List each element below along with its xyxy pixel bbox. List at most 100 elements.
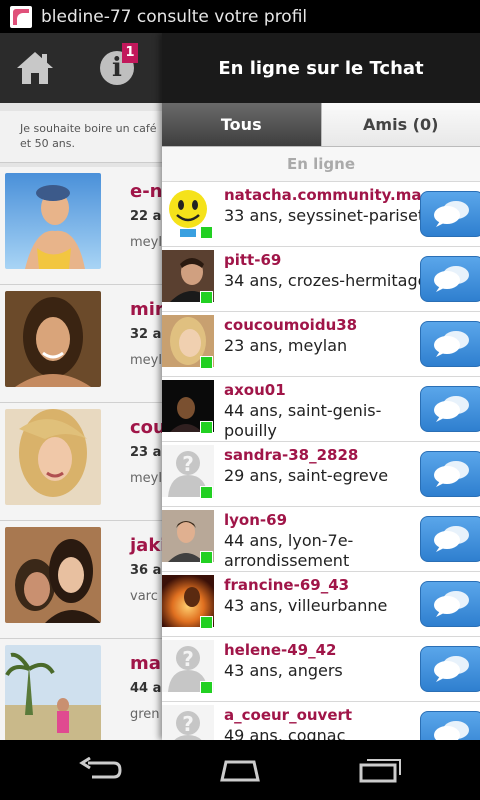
top-action-bar: i 1 [0, 33, 162, 103]
user-info: 34 ans, crozes-hermitage [224, 271, 424, 290]
svg-text:?: ? [182, 712, 194, 736]
chat-button[interactable] [420, 191, 480, 237]
user-row[interactable]: coucoumoidu38 23 ans, meylan [162, 311, 480, 376]
profile-photo [5, 527, 101, 623]
profile-card[interactable]: cou 23 a meyl [0, 403, 162, 521]
notification-text: bledine-77 consulte votre profil [41, 6, 308, 27]
speech-bubbles-icon [434, 526, 469, 552]
speech-bubbles-icon [434, 721, 469, 740]
chat-button[interactable] [420, 386, 480, 432]
svg-text:?: ? [182, 452, 194, 476]
profile-photo [5, 645, 101, 740]
chat-button[interactable] [420, 451, 480, 497]
system-navigation-bar [0, 740, 480, 800]
user-name: a_coeur_ouvert [224, 706, 353, 724]
profile-city: meyl [130, 353, 162, 368]
user-info: 43 ans, villeurbanne [224, 596, 388, 615]
speech-bubbles-icon [434, 396, 469, 422]
back-icon [79, 757, 122, 779]
chat-button[interactable] [420, 516, 480, 562]
info-button[interactable]: i 1 [98, 43, 148, 93]
speech-bubbles-icon [434, 331, 469, 357]
profile-name: cou [130, 417, 162, 438]
online-status-indicator [200, 291, 213, 304]
profile-age: 36 a [130, 563, 162, 578]
user-name: axou01 [224, 381, 286, 399]
speech-bubbles-icon [434, 461, 469, 487]
svg-text:?: ? [182, 647, 194, 671]
screen: bledine-77 consulte votre profil i 1 Je … [0, 0, 480, 800]
chat-button[interactable] [420, 581, 480, 627]
user-name: natacha.community.ma... [224, 186, 422, 204]
chat-panel-title: En ligne sur le Tchat [218, 57, 424, 79]
user-info: 44 ans, lyon-7e-arrondissement [224, 531, 354, 570]
user-row[interactable]: lyon-69 44 ans, lyon-7e-arrondissement [162, 506, 480, 571]
profile-card[interactable]: mir 32 a meyl [0, 285, 162, 403]
profile-age: 22 a [130, 209, 162, 224]
user-row[interactable]: ? helene-49_42 43 ans, angers [162, 636, 480, 701]
user-row[interactable]: ? sandra-38_2828 29 ans, saint-egreve [162, 441, 480, 506]
user-name: pitt-69 [224, 251, 282, 269]
profile-city: varc [130, 589, 158, 604]
profile-photo [5, 173, 101, 269]
profile-photo [5, 409, 101, 505]
online-status-indicator [200, 681, 213, 694]
chat-panel-header: En ligne sur le Tchat [162, 33, 480, 103]
profile-age: 44 a [130, 681, 162, 696]
app-notification-icon [10, 5, 32, 28]
profiles-page: i 1 Je souhaite boire un café et 50 ans.… [0, 33, 162, 740]
profile-photo [5, 291, 101, 387]
profile-card[interactable]: jaki 36 a varc [0, 521, 162, 639]
profile-name: jaki [130, 535, 162, 556]
user-info: 29 ans, saint-egreve [224, 466, 389, 485]
home-nav-icon [220, 760, 260, 782]
user-row[interactable]: axou01 44 ans, saint-genis-pouilly [162, 376, 480, 441]
home-icon [17, 52, 53, 84]
recent-apps-icon [359, 759, 401, 783]
user-row[interactable]: natacha.community.ma... 33 ans, seyssine… [162, 181, 480, 246]
profile-card[interactable]: e-n 22 a meyl [0, 167, 162, 285]
profile-name: mar [130, 653, 162, 674]
chat-tabs: Tous Amis (0) [162, 103, 480, 147]
user-name: sandra-38_2828 [224, 446, 359, 464]
chat-button[interactable] [420, 256, 480, 302]
online-status-indicator [200, 356, 213, 369]
home-nav-button[interactable] [216, 754, 264, 786]
online-status-indicator [200, 226, 213, 239]
online-status-indicator [200, 421, 213, 434]
user-info: 43 ans, angers [224, 661, 343, 680]
tab-tous[interactable]: Tous [162, 103, 321, 146]
online-status-indicator [200, 616, 213, 629]
profile-name: e-n [130, 181, 162, 202]
back-button[interactable] [76, 754, 124, 786]
profile-city: gren [130, 707, 160, 722]
profile-card[interactable]: mar 44 a gren [0, 639, 162, 740]
online-status-indicator [200, 486, 213, 499]
user-info: 49 ans, cognac [224, 726, 346, 740]
user-name: helene-49_42 [224, 641, 337, 659]
online-status-indicator [200, 551, 213, 564]
user-info: 44 ans, saint-genis-pouilly [224, 401, 382, 440]
speech-bubbles-icon [434, 201, 469, 227]
recents-button[interactable] [356, 754, 404, 786]
user-row[interactable]: francine-69_43 43 ans, villeurbanne [162, 571, 480, 636]
home-button[interactable] [10, 43, 60, 93]
notification-badge: 1 [122, 43, 138, 63]
user-name: coucoumoidu38 [224, 316, 358, 334]
user-avatar-placeholder: ? [162, 705, 214, 740]
chat-button[interactable] [420, 321, 480, 367]
profile-age: 23 a [130, 445, 162, 460]
user-row[interactable]: ? a_coeur_ouvert 49 ans, cognac [162, 701, 480, 740]
user-name: lyon-69 [224, 511, 288, 529]
online-chat-panel: En ligne sur le Tchat Tous Amis (0) En l… [162, 33, 480, 740]
profile-age: 32 a [130, 327, 162, 342]
tab-amis[interactable]: Amis (0) [320, 103, 480, 146]
chat-button[interactable] [420, 711, 480, 740]
status-bar: bledine-77 consulte votre profil [0, 0, 480, 33]
online-user-list: natacha.community.ma... 33 ans, seyssine… [162, 181, 480, 740]
wish-line-1: Je souhaite boire un café [20, 122, 157, 135]
chat-button[interactable] [420, 646, 480, 692]
user-row[interactable]: pitt-69 34 ans, crozes-hermitage [162, 246, 480, 311]
speech-bubbles-icon [434, 656, 469, 682]
user-name: francine-69_43 [224, 576, 350, 594]
